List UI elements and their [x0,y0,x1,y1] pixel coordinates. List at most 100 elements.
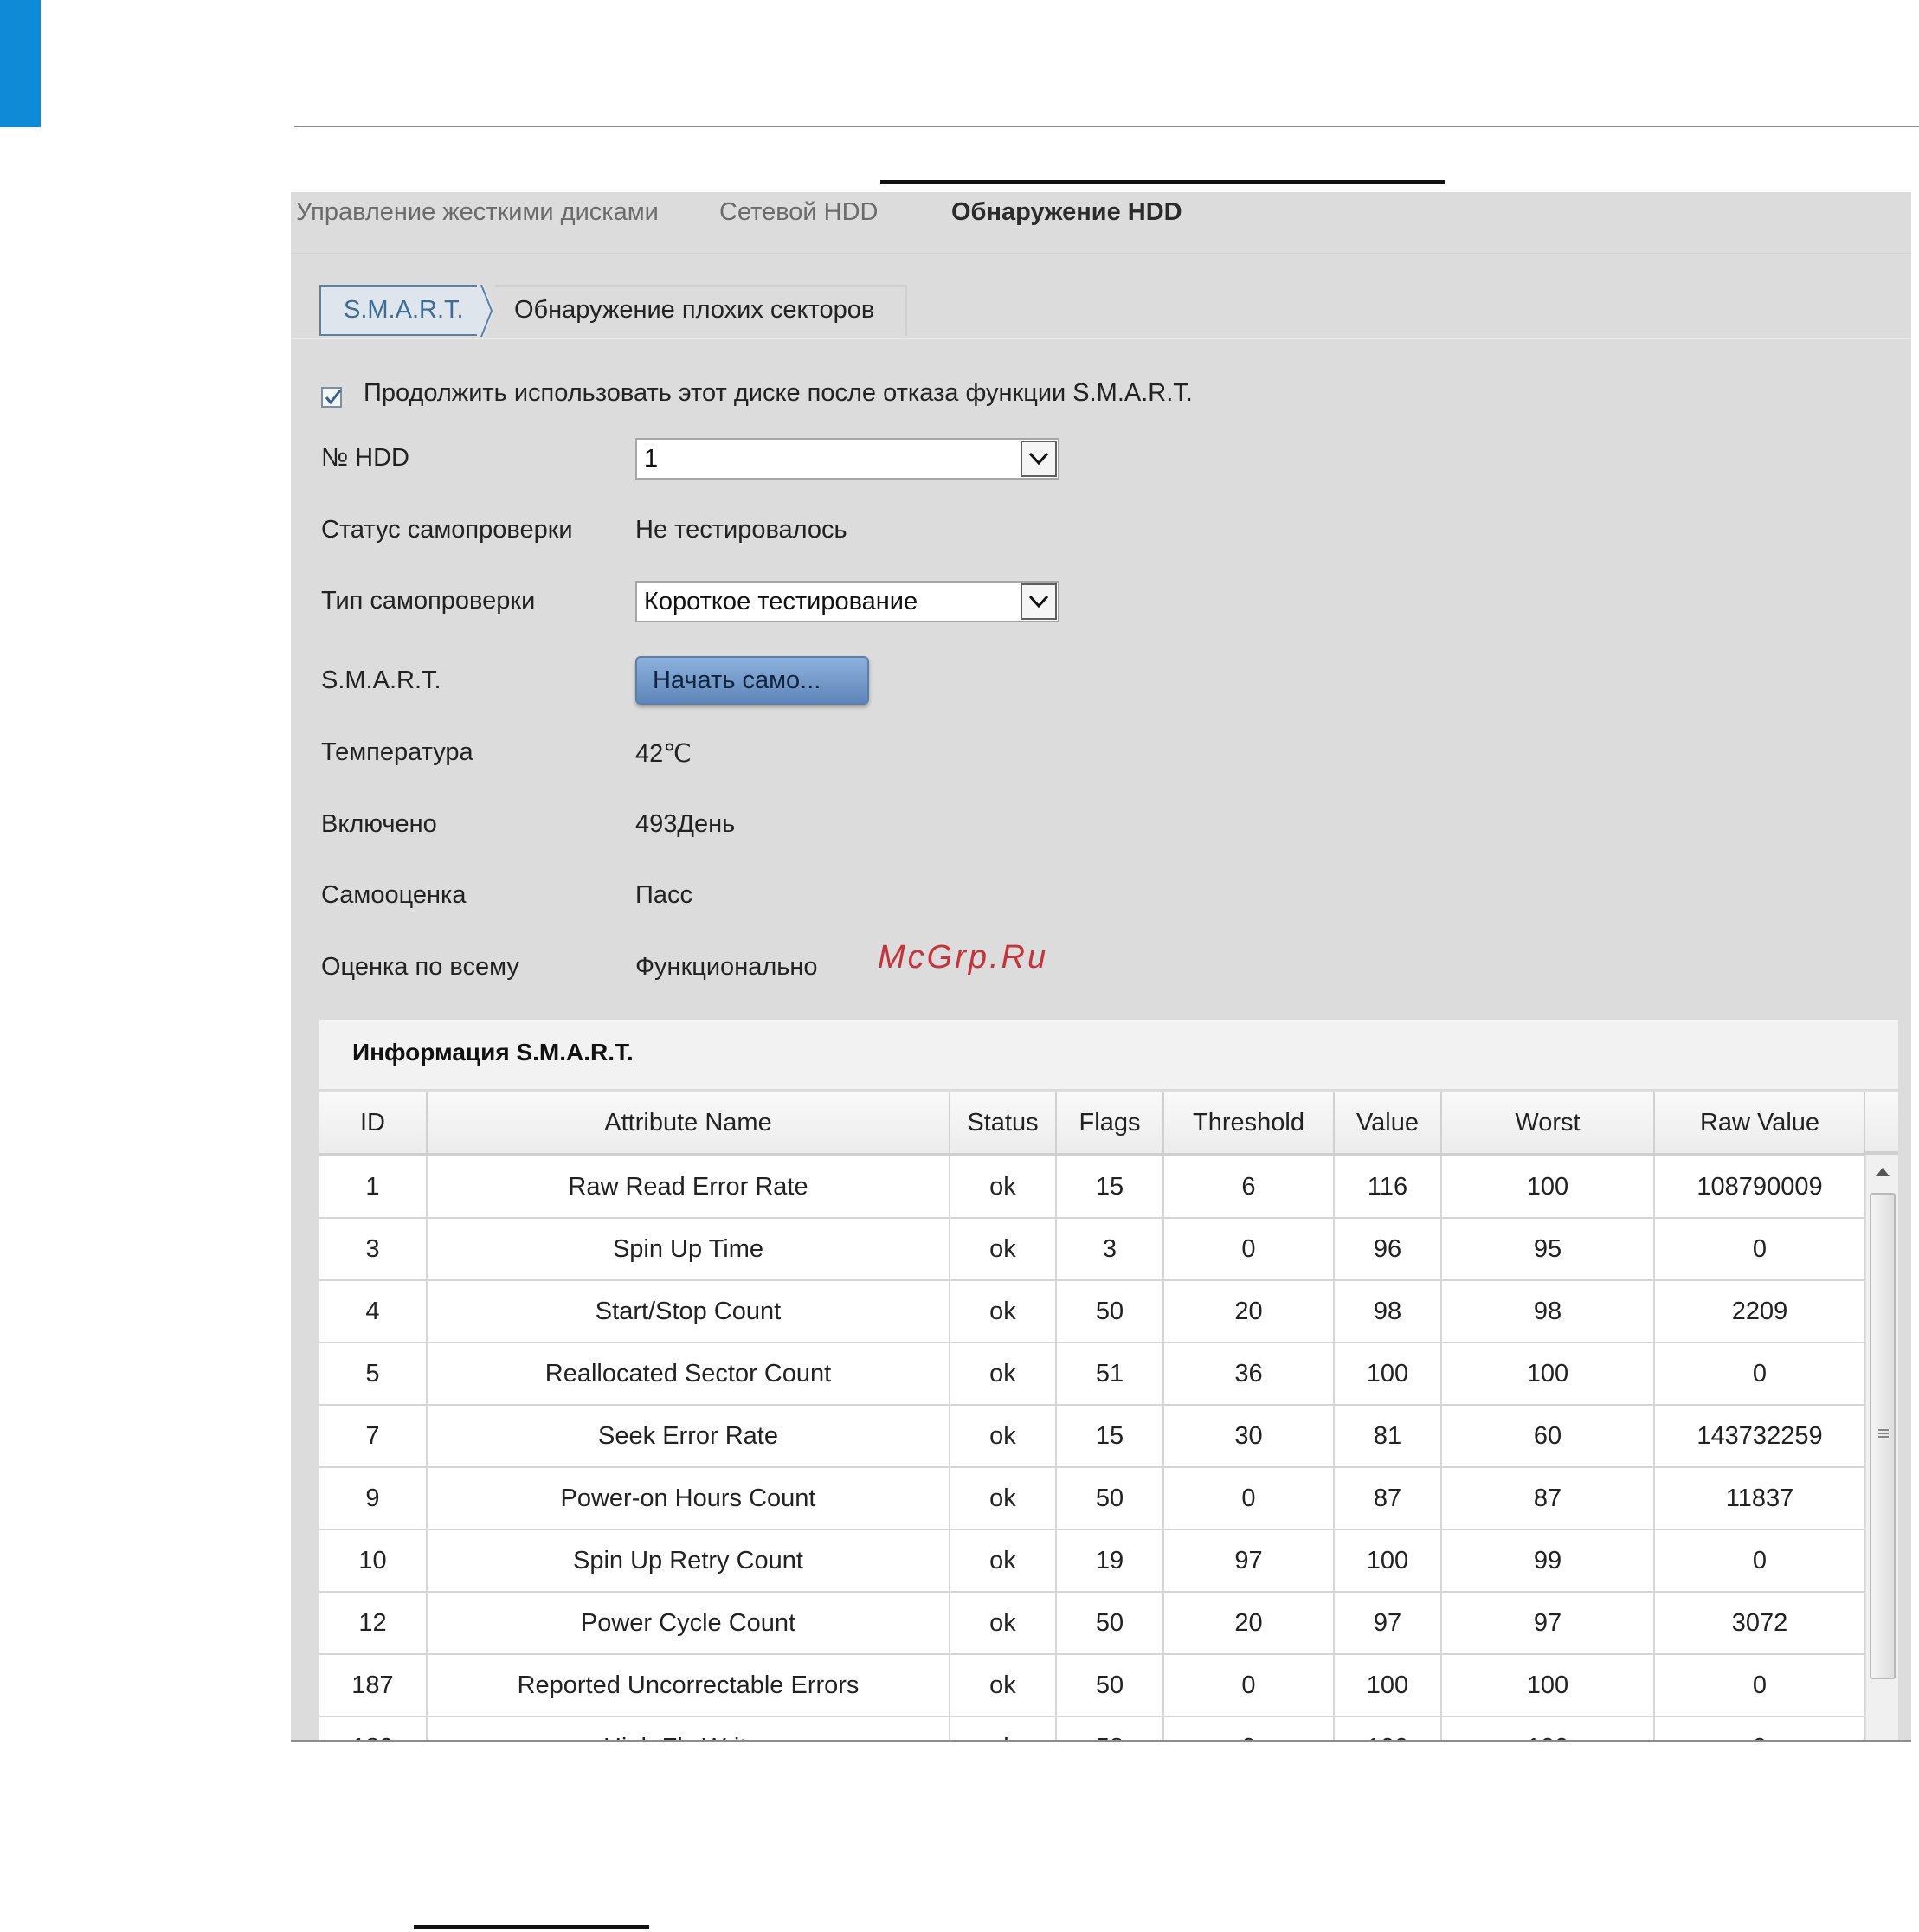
cell-value: 98 [1334,1280,1442,1343]
cell-raw-value: 143732259 [1654,1405,1866,1468]
subtab-smart[interactable]: S.M.A.R.T. [319,285,482,336]
start-self-test-button[interactable]: Начать само... [635,656,869,705]
cell-threshold: 0 [1163,1716,1335,1740]
tab-hdd-detection[interactable]: Обнаружение HDD [951,198,1182,227]
cell-flags: 50 [1056,1280,1164,1343]
col-header-raw-value[interactable]: Raw Value [1654,1092,1866,1156]
self-test-type-value: Короткое тестирование [644,588,918,615]
cell-raw-value: 0 [1654,1716,1866,1740]
header-divider [294,126,1919,127]
cell-value: 100 [1334,1716,1442,1740]
cell-id: 189 [319,1716,428,1740]
col-header-value[interactable]: Value [1334,1092,1442,1156]
subtab-arrow-icon [477,285,494,337]
cell-attribute-name: Spin Up Time [427,1218,950,1281]
hdd-settings-panel: Управление жесткими дисками Сетевой HDD … [291,192,1911,1742]
cell-worst: 87 [1441,1467,1655,1530]
cell-value: 116 [1334,1155,1442,1219]
table-row: 187 Reported Uncorrectable Errors ok 50 … [319,1654,1866,1717]
hdd-no-select[interactable]: 1 [635,438,1059,480]
smart-label: S.M.A.R.T. [321,667,441,694]
bottom-underline [414,1925,649,1929]
cell-status: ok [950,1654,1057,1717]
cell-worst: 99 [1441,1530,1655,1593]
cell-threshold: 0 [1163,1467,1335,1530]
cell-worst: 100 [1441,1716,1655,1740]
tab-hdd-management[interactable]: Управление жесткими дисками [296,198,659,227]
cell-attribute-name: Spin Up Retry Count [427,1530,950,1593]
cell-worst: 100 [1441,1155,1655,1219]
hdd-no-dropdown-button[interactable] [1021,441,1057,477]
cell-attribute-name: Raw Read Error Rate [427,1155,950,1219]
smart-info-title: Информация S.M.A.R.T. [352,1039,634,1066]
scroll-up-arrow-icon[interactable] [1875,1167,1890,1177]
cell-worst: 97 [1441,1592,1655,1655]
table-row: 3 Spin Up Time ok 3 0 96 95 0 [319,1218,1866,1281]
smart-table: ID Attribute Name Status Flags Threshold… [319,1092,1866,1740]
self-test-type-label: Тип самопроверки [321,587,536,615]
hdd-no-label: № HDD [321,444,409,472]
self-test-type-dropdown-button[interactable] [1021,583,1057,620]
table-scrollbar[interactable] [1865,1155,1898,1740]
corner-tab-marker [0,0,41,127]
table-row: 7 Seek Error Rate ok 15 30 81 60 1437322… [319,1405,1866,1468]
cell-status: ok [950,1467,1057,1530]
cell-attribute-name: Reported Uncorrectable Errors [427,1654,950,1717]
cell-threshold: 20 [1163,1280,1335,1343]
cell-attribute-name: Power Cycle Count [427,1592,950,1655]
cell-flags: 19 [1056,1530,1164,1593]
hdd-no-value: 1 [644,445,659,473]
scrollbar-thumb[interactable] [1870,1193,1896,1679]
table-row: 10 Spin Up Retry Count ok 19 97 100 99 0 [319,1530,1866,1593]
self-eval-label: Самооценка [321,881,467,909]
cell-id: 12 [319,1592,428,1655]
cell-worst: 60 [1441,1405,1655,1468]
cell-id: 3 [319,1218,428,1281]
table-header-filler [1865,1092,1898,1155]
cell-flags: 58 [1056,1716,1164,1740]
tab-network-hdd[interactable]: Сетевой HDD [719,198,879,227]
cell-flags: 50 [1056,1654,1164,1717]
top-tab-bar: Управление жесткими дисками Сетевой HDD … [291,192,1911,254]
temperature-value: 42℃ [635,740,692,768]
continue-use-checkbox[interactable] [321,387,342,408]
col-header-flags[interactable]: Flags [1056,1092,1164,1156]
watermark-text: McGrp.Ru [878,939,1049,976]
col-header-attribute-name[interactable]: Attribute Name [427,1092,950,1156]
table-row: 1 Raw Read Error Rate ok 15 6 116 100 10… [319,1155,1866,1219]
cell-value: 97 [1334,1592,1442,1655]
cell-id: 187 [319,1654,428,1717]
self-test-status-label: Статус самопроверки [321,516,573,544]
cell-worst: 100 [1441,1654,1655,1717]
self-test-type-select[interactable]: Короткое тестирование [635,581,1059,622]
cell-raw-value: 2209 [1654,1280,1866,1343]
cell-raw-value: 3072 [1654,1592,1866,1655]
col-header-status[interactable]: Status [950,1092,1057,1156]
cell-raw-value: 0 [1654,1654,1866,1717]
cell-attribute-name: Seek Error Rate [427,1405,950,1468]
subtab-bad-sectors[interactable]: Обнаружение плохих секторов [495,285,907,336]
cell-value: 87 [1334,1467,1442,1530]
cell-status: ok [950,1592,1057,1655]
cell-raw-value: 11837 [1654,1467,1866,1530]
cell-status: ok [950,1218,1057,1281]
cell-threshold: 0 [1163,1218,1335,1281]
cell-id: 9 [319,1467,428,1530]
col-header-id[interactable]: ID [319,1092,428,1156]
cell-flags: 51 [1056,1343,1164,1406]
cell-threshold: 20 [1163,1592,1335,1655]
cell-id: 1 [319,1155,428,1219]
checkmark-icon [325,390,342,405]
col-header-threshold[interactable]: Threshold [1163,1092,1335,1156]
self-test-status-value: Не тестировалось [635,516,847,544]
cell-attribute-name: Reallocated Sector Count [427,1343,950,1406]
cell-id: 10 [319,1530,428,1593]
title-underline [880,180,1445,184]
cell-flags: 3 [1056,1218,1164,1281]
col-header-worst[interactable]: Worst [1441,1092,1655,1156]
cell-flags: 50 [1056,1467,1164,1530]
cell-id: 5 [319,1343,428,1406]
chevron-down-icon [1028,595,1049,609]
power-on-value: 493День [635,810,736,838]
table-row: 4 Start/Stop Count ok 50 20 98 98 2209 [319,1280,1866,1343]
